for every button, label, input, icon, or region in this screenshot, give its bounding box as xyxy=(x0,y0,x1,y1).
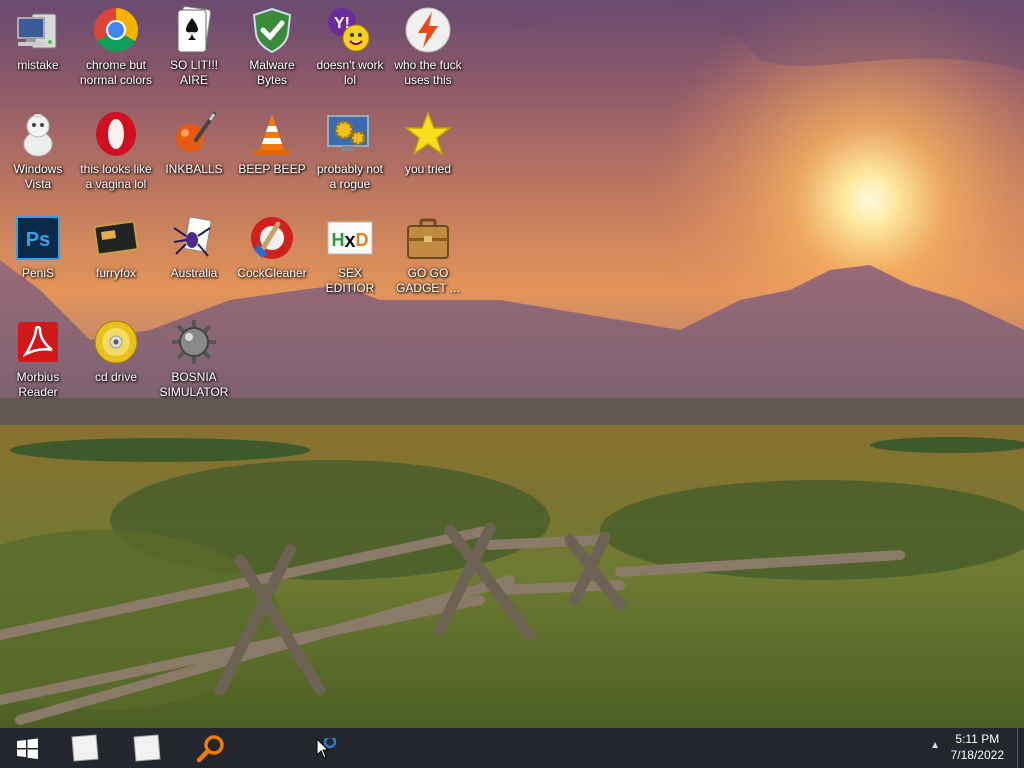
desktop-icon-cd[interactable]: cd drive xyxy=(78,312,154,385)
desktop[interactable]: mistake chrome but normal colors SO LIT!… xyxy=(0,0,1024,728)
hex-editor-icon: HxD xyxy=(326,214,374,262)
briefcase-icon xyxy=(404,214,452,262)
icon-label: furryfox xyxy=(95,266,136,280)
computer-icon xyxy=(14,6,62,54)
desktop-icon-reader[interactable]: Morbius Reader xyxy=(0,312,76,400)
desktop-icon-chrome[interactable]: chrome but normal colors xyxy=(78,0,154,88)
desktop-icon-whofuck[interactable]: who the fuck uses this xyxy=(390,0,466,88)
cd-disc-icon xyxy=(92,318,140,366)
opera-icon xyxy=(92,110,140,158)
clock-time: 5:11 PM xyxy=(955,732,1000,746)
desktop-icon-rogue[interactable]: probably not a rogue xyxy=(312,104,388,192)
svg-text:D: D xyxy=(356,230,369,250)
blank-document-icon xyxy=(133,734,161,762)
search-icon xyxy=(196,735,224,763)
icon-label: GO GO GADGET ... xyxy=(396,266,460,295)
icon-label: doesn't work lol xyxy=(316,58,384,87)
taskbar-app-document-2[interactable] xyxy=(120,728,176,768)
bolt-circle-icon xyxy=(404,6,452,54)
icon-label: BEEP BEEP xyxy=(238,162,306,176)
icon-label: CockCleaner xyxy=(237,266,307,280)
icon-label: Windows Vista xyxy=(13,162,63,191)
icon-label: who the fuck uses this xyxy=(394,58,462,87)
shield-check-icon xyxy=(248,6,296,54)
robot-mascot-icon xyxy=(14,110,62,158)
icon-label: Malware Bytes xyxy=(249,58,295,87)
taskbar-clock[interactable]: 5:11 PM 7/18/2022 xyxy=(951,731,1004,763)
icon-label: SO LIT!!! AIRE xyxy=(169,58,218,87)
traffic-cone-icon xyxy=(248,110,296,158)
desktop-icon-vista[interactable]: Windows Vista xyxy=(0,104,76,192)
blank-document-icon xyxy=(71,734,99,762)
desktop-icon-mistake[interactable]: mistake xyxy=(0,0,76,73)
icon-label: Morbius Reader xyxy=(16,370,60,399)
icon-label: Australia xyxy=(170,266,218,280)
taskbar-search-button[interactable] xyxy=(182,728,238,768)
icon-label: chrome but normal colors xyxy=(79,58,153,87)
svg-text:H: H xyxy=(332,230,345,250)
desktop-icon-gadget[interactable]: GO GO GADGET ... xyxy=(390,208,466,296)
icon-label: mistake xyxy=(17,58,59,72)
clock-date: 7/18/2022 xyxy=(950,748,1004,762)
pdf-reader-icon xyxy=(14,318,62,366)
desktop-icon-furryfox[interactable]: furryfox xyxy=(78,208,154,281)
icon-label: INKBALLS xyxy=(165,162,223,176)
spider-solitaire-icon xyxy=(170,214,218,262)
icon-label: probably not a rogue xyxy=(316,162,384,191)
ccleaner-icon xyxy=(248,214,296,262)
desktop-icon-opera[interactable]: this looks like a vagina lol xyxy=(78,104,154,192)
star-icon xyxy=(403,110,453,158)
icon-label: BOSNIA SIMULATOR xyxy=(159,370,229,399)
start-button[interactable] xyxy=(0,728,56,768)
inkball-icon xyxy=(170,110,218,158)
desktop-icon-hxd[interactable]: HxD SEX EDITIOR xyxy=(312,208,388,296)
desktop-icon-solitaire[interactable]: SO LIT!!! AIRE xyxy=(156,0,232,88)
tray-expand-icon[interactable]: ▲ xyxy=(930,740,940,751)
busy-pointer-cursor xyxy=(316,735,346,769)
mine-icon xyxy=(170,318,218,366)
desktop-icon-ccleaner[interactable]: CockCleaner xyxy=(234,208,310,281)
yahoo-messenger-icon: Y! xyxy=(326,6,374,54)
desktop-icon-malware[interactable]: Malware Bytes xyxy=(234,0,310,88)
taskbar: ▲ 5:11 PM 7/18/2022 xyxy=(0,728,1024,768)
desktop-icon-inkballs[interactable]: INKBALLS xyxy=(156,104,232,177)
gears-monitor-icon xyxy=(326,110,374,158)
desktop-icon-vlc[interactable]: BEEP BEEP xyxy=(234,104,310,177)
show-desktop-button[interactable] xyxy=(1017,728,1024,768)
photoshop-icon: Ps xyxy=(14,214,62,262)
desktop-icon-australia[interactable]: Australia xyxy=(156,208,232,281)
icon-label: cd drive xyxy=(94,370,138,384)
windows-start-icon xyxy=(17,738,38,759)
icon-label: this looks like a vagina lol xyxy=(80,162,152,191)
svg-text:Ps: Ps xyxy=(26,229,50,251)
taskbar-app-document-1[interactable] xyxy=(58,728,114,768)
icon-label: SEX EDITIOR xyxy=(325,266,375,295)
desktop-icon-ps[interactable]: Ps PeniS xyxy=(0,208,76,281)
icon-label: you tried xyxy=(404,162,452,176)
media-card-icon xyxy=(92,214,140,262)
icon-label: PeniS xyxy=(21,266,55,280)
desktop-icon-star[interactable]: you tried xyxy=(390,104,466,177)
desktop-icon-yahoo[interactable]: Y! doesn't work lol xyxy=(312,0,388,88)
svg-text:x: x xyxy=(344,230,355,252)
desktop-icon-bosnia[interactable]: BOSNIA SIMULATOR xyxy=(156,312,232,400)
chrome-icon xyxy=(92,6,140,54)
solitaire-card-icon xyxy=(170,6,218,54)
